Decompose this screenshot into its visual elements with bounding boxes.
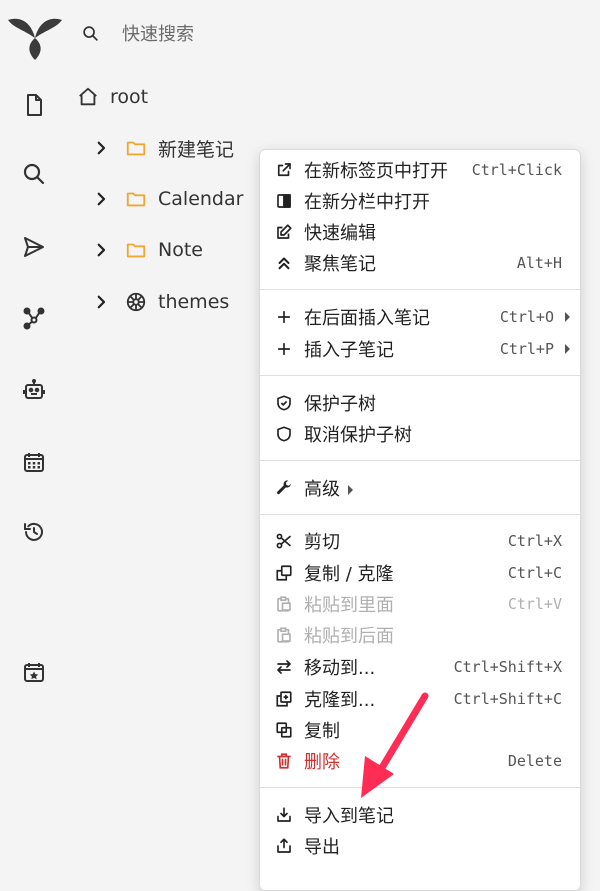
edit-icon bbox=[274, 222, 294, 242]
chevron-right-icon[interactable] bbox=[90, 291, 112, 313]
wrench-icon bbox=[274, 478, 294, 498]
tree-item-calendar[interactable]: Calendar bbox=[90, 182, 243, 216]
menu-item-insert-child-note[interactable]: 插入子笔记 Ctrl+P bbox=[260, 334, 580, 364]
menu-item-insert-note-after[interactable]: 在后面插入笔记 Ctrl+O bbox=[260, 302, 580, 332]
menu-separator bbox=[260, 289, 580, 290]
paste-icon bbox=[274, 625, 294, 645]
scissors-icon bbox=[274, 531, 294, 551]
home-icon bbox=[76, 85, 100, 109]
menu-item-duplicate[interactable]: 复制 bbox=[260, 715, 580, 745]
tree-item-note[interactable]: Note bbox=[90, 233, 203, 267]
menu-item-paste-into[interactable]: 粘贴到里面 Ctrl+V bbox=[260, 589, 580, 619]
menu-item-import-into-note[interactable]: 导入到笔记 bbox=[260, 800, 580, 830]
robot-icon[interactable] bbox=[18, 374, 50, 406]
calendar-icon[interactable] bbox=[18, 446, 50, 478]
swap-arrows-icon bbox=[274, 657, 294, 677]
note-context-menu: 在新标签页中打开 Ctrl+Click 在新分栏中打开 快速编辑 聚焦笔记 Al… bbox=[259, 149, 581, 891]
menu-item-protect-subtree[interactable]: 保护子树 bbox=[260, 388, 580, 418]
menu-item-move-to[interactable]: 移动到... Ctrl+Shift+X bbox=[260, 652, 580, 682]
menu-item-quick-edit[interactable]: 快速编辑 bbox=[260, 217, 580, 247]
submenu-arrow-icon bbox=[565, 344, 570, 354]
copy-icon bbox=[274, 563, 294, 583]
chevron-right-icon[interactable] bbox=[90, 188, 112, 210]
quick-search-placeholder: 快速搜索 bbox=[122, 24, 194, 45]
menu-separator bbox=[260, 460, 580, 461]
chevron-right-icon[interactable] bbox=[90, 137, 112, 159]
trash-icon bbox=[274, 751, 294, 771]
menu-separator bbox=[260, 514, 580, 515]
shield-check-icon bbox=[274, 393, 294, 413]
folder-icon bbox=[124, 187, 148, 211]
history-icon[interactable] bbox=[18, 516, 50, 548]
paste-icon bbox=[274, 594, 294, 614]
menu-item-delete[interactable]: 删除 Delete bbox=[260, 746, 580, 776]
menu-item-unprotect-subtree[interactable]: 取消保护子树 bbox=[260, 419, 580, 449]
send-icon[interactable] bbox=[18, 231, 50, 263]
menu-item-paste-after[interactable]: 粘贴到后面 bbox=[260, 620, 580, 650]
submenu-arrow-icon bbox=[348, 485, 353, 495]
menu-item-cut[interactable]: 剪切 Ctrl+X bbox=[260, 526, 580, 556]
menu-item-export[interactable]: 导出 bbox=[260, 831, 580, 861]
plus-icon bbox=[274, 307, 294, 327]
tree-root[interactable]: root bbox=[76, 80, 148, 114]
launcher-sidebar bbox=[0, 0, 68, 872]
clone-plus-icon bbox=[274, 689, 294, 709]
split-pane-icon bbox=[274, 191, 294, 211]
folder-icon bbox=[124, 136, 148, 160]
tree-item-label: Calendar bbox=[158, 188, 244, 210]
tree-item-new-note[interactable]: 新建笔记 bbox=[90, 131, 234, 165]
menu-item-open-in-split[interactable]: 在新分栏中打开 bbox=[260, 186, 580, 216]
menu-item-open-in-new-tab[interactable]: 在新标签页中打开 Ctrl+Click bbox=[260, 155, 580, 185]
menu-item-hoist-note[interactable]: 聚焦笔记 Alt+H bbox=[260, 248, 580, 278]
tree-item-label: themes bbox=[158, 291, 230, 313]
calendar-star-icon[interactable] bbox=[18, 656, 50, 688]
palette-icon bbox=[124, 290, 148, 314]
menu-item-advanced-label: 高级 bbox=[304, 479, 340, 500]
export-icon bbox=[274, 836, 294, 856]
menu-separator bbox=[260, 787, 580, 788]
quick-search[interactable]: 快速搜索 bbox=[80, 16, 194, 50]
plus-icon bbox=[274, 339, 294, 359]
submenu-arrow-icon bbox=[565, 312, 570, 322]
shield-icon bbox=[274, 424, 294, 444]
trilium-logo[interactable] bbox=[6, 8, 64, 62]
graph-icon[interactable] bbox=[18, 302, 50, 334]
chevron-right-icon[interactable] bbox=[90, 239, 112, 261]
import-icon bbox=[274, 805, 294, 825]
search-icon bbox=[80, 23, 100, 43]
tree-item-themes[interactable]: themes bbox=[90, 285, 229, 319]
menu-item-advanced[interactable]: 高级 bbox=[260, 473, 580, 503]
menu-separator bbox=[260, 375, 580, 376]
tree-root-label: root bbox=[110, 86, 149, 108]
search-icon[interactable] bbox=[18, 158, 50, 190]
external-link-icon bbox=[274, 160, 294, 180]
duplicate-icon bbox=[274, 720, 294, 740]
tree-item-label: 新建笔记 bbox=[158, 138, 235, 161]
folder-icon bbox=[124, 238, 148, 262]
chevrons-up-icon bbox=[274, 253, 294, 273]
new-note-icon[interactable] bbox=[18, 89, 50, 121]
tree-item-label: Note bbox=[158, 239, 203, 261]
menu-item-clone-to[interactable]: 克隆到... Ctrl+Shift+C bbox=[260, 684, 580, 714]
menu-item-copy-clone[interactable]: 复制 / 克隆 Ctrl+C bbox=[260, 558, 580, 588]
